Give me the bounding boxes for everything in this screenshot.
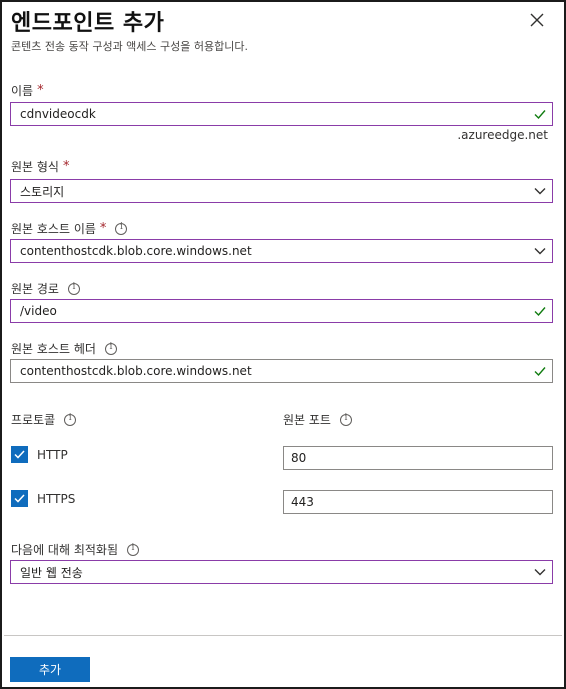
required-marker: * — [62, 159, 70, 174]
name-input-value: cdnvideocdk — [20, 107, 96, 121]
http-port-input[interactable]: 80 — [283, 446, 553, 470]
https-port-input[interactable]: 443 — [283, 490, 553, 514]
add-endpoint-panel: 엔드포인트 추가 콘텐츠 전송 동작 구성과 액세스 구성을 허용합니다. 이름… — [0, 0, 566, 689]
origin-path-label: 원본 경로 — [11, 280, 80, 297]
info-icon[interactable] — [64, 413, 77, 426]
origin-type-label: 원본 형식 * — [11, 158, 69, 175]
valid-check-icon — [528, 103, 552, 125]
name-input[interactable]: cdnvideocdk — [10, 102, 553, 126]
optimized-for-select[interactable]: 일반 웹 전송 — [10, 560, 553, 584]
origin-hostname-value: contenthostcdk.blob.core.windows.net — [20, 244, 252, 258]
origin-port-label: 원본 포트 — [283, 411, 352, 428]
panel-title: 엔드포인트 추가 — [11, 11, 165, 36]
add-button[interactable]: 추가 — [10, 657, 90, 682]
name-label: 이름 * — [11, 82, 44, 99]
https-checkbox[interactable] — [11, 490, 28, 507]
origin-port-label-text: 원본 포트 — [283, 413, 331, 427]
http-checkbox[interactable] — [11, 446, 28, 463]
optimized-for-value: 일반 웹 전송 — [20, 565, 83, 580]
info-icon[interactable] — [115, 222, 128, 235]
domain-suffix: .azureedge.net — [457, 128, 548, 142]
valid-check-icon — [528, 360, 552, 382]
chevron-down-icon — [528, 180, 552, 202]
required-marker: * — [37, 83, 44, 98]
info-icon[interactable] — [67, 282, 80, 295]
origin-host-header-input[interactable]: contenthostcdk.blob.core.windows.net — [10, 359, 553, 383]
origin-type-label-text: 원본 형식 — [11, 160, 59, 174]
optimized-for-label: 다음에 대해 최적화됨 — [11, 541, 139, 558]
protocol-label-text: 프로토콜 — [11, 413, 56, 427]
origin-path-input[interactable]: /video — [10, 299, 553, 323]
origin-host-header-label: 원본 호스트 헤더 — [11, 340, 117, 357]
origin-path-label-text: 원본 경로 — [11, 282, 59, 296]
close-icon[interactable] — [526, 9, 548, 31]
valid-check-icon — [528, 300, 552, 322]
optimized-for-label-text: 다음에 대해 최적화됨 — [11, 543, 118, 557]
info-icon[interactable] — [127, 543, 139, 556]
origin-hostname-label-text: 원본 호스트 이름 — [11, 222, 96, 236]
panel-subtitle: 콘텐츠 전송 동작 구성과 액세스 구성을 허용합니다. — [11, 40, 248, 53]
origin-path-value: /video — [20, 304, 57, 318]
protocol-label: 프로토콜 — [11, 411, 77, 428]
origin-type-select[interactable]: 스토리지 — [10, 179, 553, 203]
required-marker: * — [99, 221, 107, 236]
https-checkbox-label: HTTPS — [37, 492, 76, 506]
name-label-text: 이름 — [11, 84, 34, 98]
origin-host-header-label-text: 원본 호스트 헤더 — [11, 342, 96, 356]
chevron-down-icon — [528, 561, 552, 583]
footer-divider — [4, 635, 562, 636]
origin-hostname-select[interactable]: contenthostcdk.blob.core.windows.net — [10, 239, 553, 263]
origin-host-header-value: contenthostcdk.blob.core.windows.net — [20, 364, 252, 378]
chevron-down-icon — [528, 240, 552, 262]
origin-type-value: 스토리지 — [20, 184, 65, 199]
http-checkbox-label: HTTP — [37, 448, 68, 462]
info-icon[interactable] — [104, 342, 117, 355]
origin-hostname-label: 원본 호스트 이름 * — [11, 220, 128, 237]
info-icon[interactable] — [339, 413, 352, 426]
